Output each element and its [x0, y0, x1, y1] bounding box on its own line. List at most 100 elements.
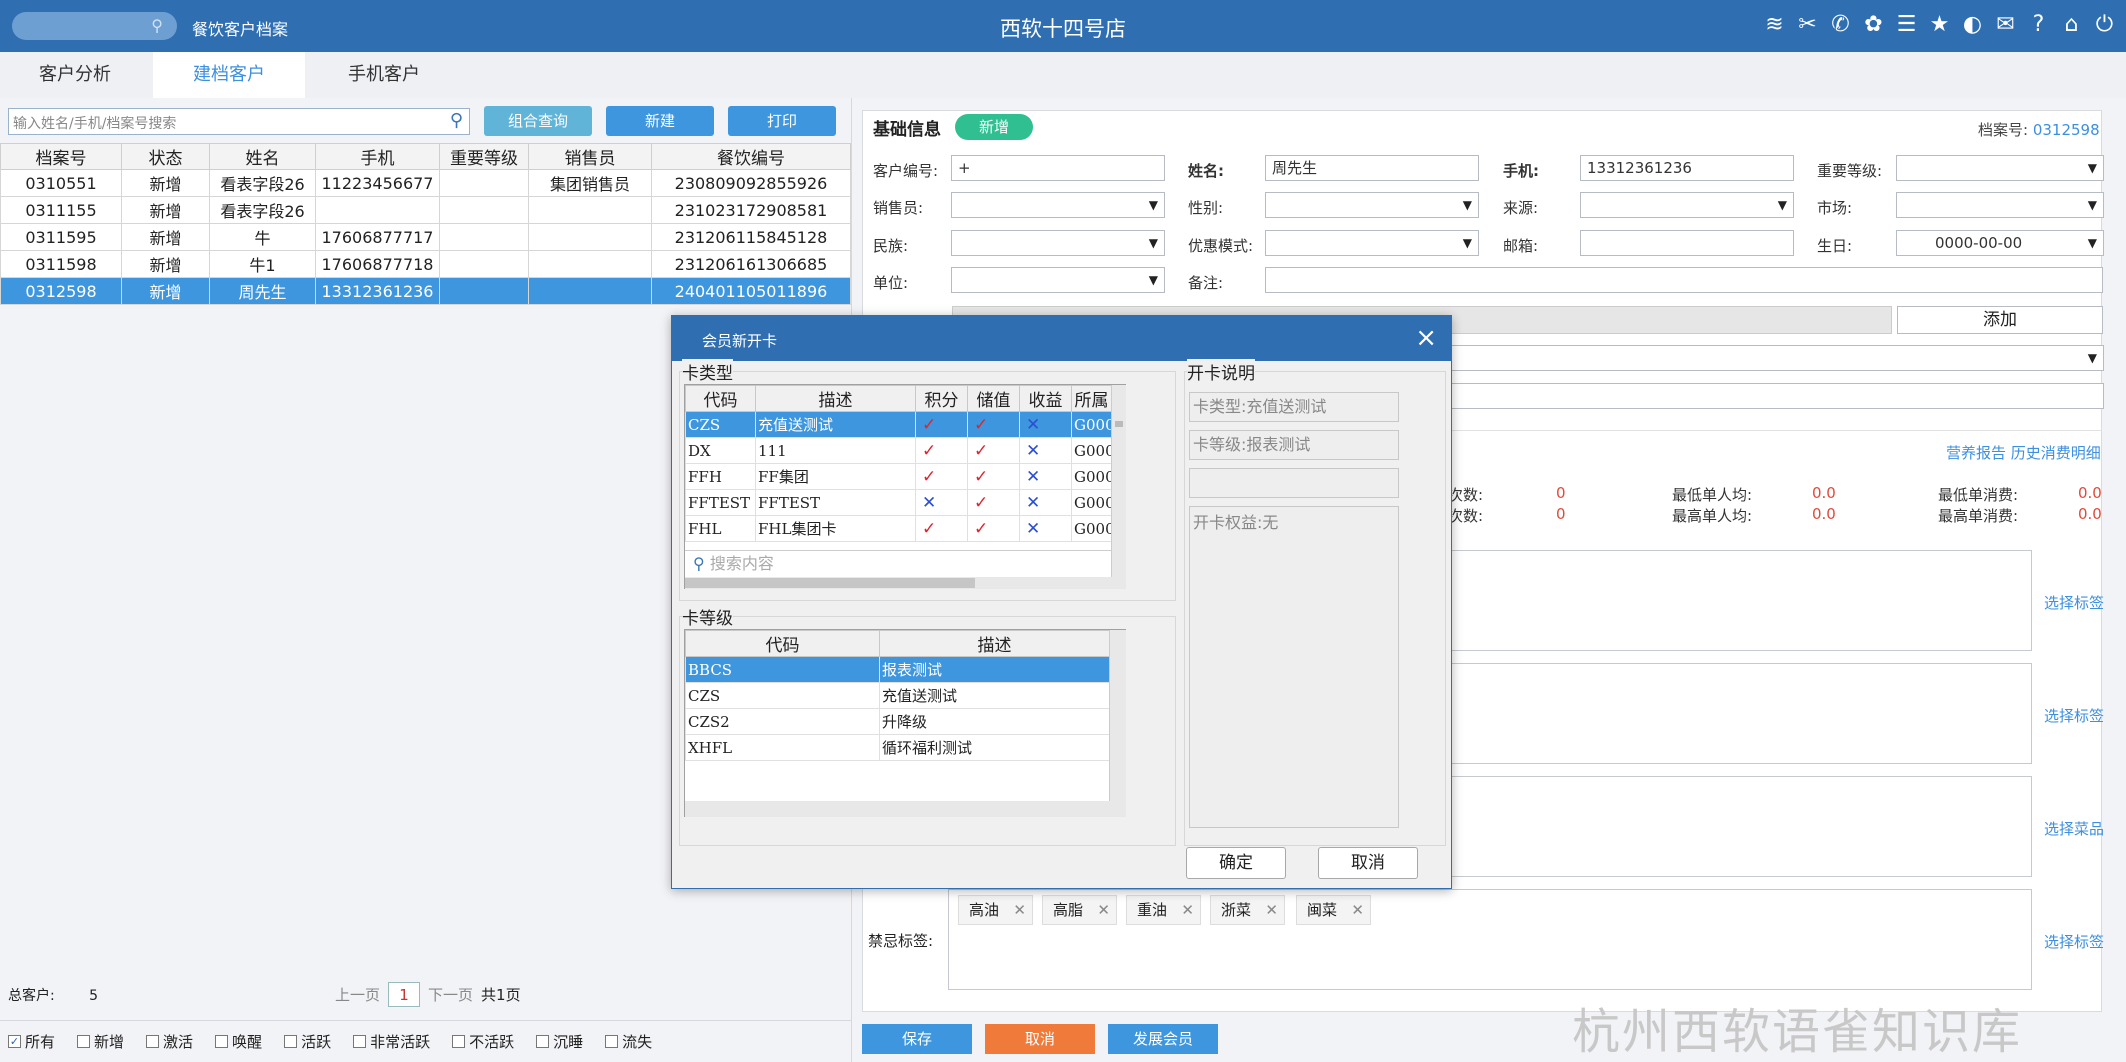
new-button[interactable]: 新建	[606, 106, 714, 136]
card-level-row[interactable]: CZS 充值送测试	[685, 682, 1110, 709]
select-tag-link[interactable]: 选择标签	[2044, 931, 2104, 952]
star-icon[interactable]: ★	[1928, 12, 1951, 38]
ethnic-select[interactable]: ▼	[951, 230, 1165, 256]
email-field[interactable]	[1580, 230, 1794, 256]
table-row[interactable]: 0311155 新增 看表字段26 231023172908581	[0, 196, 851, 224]
select-tag-link[interactable]: 选择标签	[2044, 705, 2104, 726]
checkbox-box[interactable]	[284, 1035, 298, 1048]
remark-field[interactable]	[1265, 267, 2103, 293]
cust-no-field[interactable]: +	[951, 155, 1165, 181]
phone-field[interactable]: 13312361236	[1580, 155, 1794, 181]
scroll-thumb[interactable]	[685, 578, 975, 588]
column-header[interactable]: 销售员	[528, 143, 652, 170]
checkbox-box[interactable]: ✓	[8, 1035, 21, 1048]
home-icon[interactable]: ⌂	[2060, 12, 2083, 38]
checkbox-box[interactable]	[536, 1035, 550, 1048]
customer-search-input[interactable]: 输入姓名/手机/档案号搜索 ⚲	[8, 108, 470, 135]
nutrition-report-link[interactable]: 营养报告	[1946, 444, 2006, 462]
filter-checkbox[interactable]: 新增	[77, 1031, 124, 1052]
checkbox-box[interactable]	[452, 1035, 466, 1048]
remove-icon[interactable]: ✕	[1265, 896, 1278, 924]
filter-checkbox[interactable]: 唤醒	[215, 1031, 262, 1052]
column-header[interactable]: 代码	[685, 385, 756, 412]
remove-icon[interactable]: ✕	[1097, 896, 1110, 924]
filter-checkbox[interactable]: 非常活跃	[353, 1031, 430, 1052]
name-field[interactable]: 周先生	[1265, 155, 1479, 181]
table-row[interactable]: 0310551 新增 看表字段26 11223456677 集团销售员 230809092…	[0, 169, 851, 197]
combo-query-button[interactable]: 组合查询	[484, 106, 592, 136]
sales-select[interactable]: ▼	[951, 192, 1165, 218]
filter-checkbox[interactable]: 不活跃	[452, 1031, 514, 1052]
card-level-row[interactable]: CZS2 升降级	[685, 708, 1110, 735]
history-link[interactable]: 历史消费明细	[2011, 444, 2101, 462]
table-row[interactable]: 0311595 新增牛 17606877717 231206115845128	[0, 223, 851, 251]
table-row[interactable]: 0312598 新增 周先生 13312361236 240401105011896	[0, 277, 851, 305]
wifi-icon[interactable]: ≋	[1763, 12, 1786, 38]
column-header[interactable]: 积分	[915, 385, 968, 412]
current-page-input[interactable]: 1	[388, 982, 421, 1007]
filter-checkbox[interactable]: 流失	[605, 1031, 652, 1052]
help-icon[interactable]: ?	[2027, 12, 2050, 38]
vertical-scrollbar[interactable]	[1109, 630, 1126, 801]
column-header[interactable]: 描述	[755, 385, 916, 412]
checkbox-box[interactable]	[146, 1035, 160, 1048]
column-header[interactable]: 描述	[879, 630, 1110, 657]
horizontal-scrollbar[interactable]	[685, 801, 1126, 817]
checkbox-box[interactable]	[77, 1035, 91, 1048]
level-select[interactable]: ▼	[1896, 155, 2104, 181]
card-type-row[interactable]: FFTEST FFTEST ✕ ✓ ✕ G000	[685, 489, 1112, 516]
remove-icon[interactable]: ✕	[1181, 896, 1194, 924]
vertical-scrollbar[interactable]	[1111, 385, 1126, 577]
card-type-row[interactable]: FFH FF集团 ✓ ✓ ✕ G000	[685, 463, 1112, 490]
column-header[interactable]: 储值	[967, 385, 1020, 412]
extra-select[interactable]: ▼	[1400, 345, 2104, 371]
column-header[interactable]: 状态	[121, 143, 210, 170]
power-icon[interactable]: ⏻	[2093, 12, 2116, 38]
tools-icon[interactable]: ✂	[1796, 12, 1819, 38]
save-button[interactable]: 保存	[862, 1024, 972, 1054]
card-type-row[interactable]: CZS 充值送测试 ✓ ✓ ✕ G000	[685, 411, 1112, 438]
confirm-button[interactable]: 确定	[1186, 847, 1286, 879]
phone-icon[interactable]: ✆	[1829, 12, 1852, 38]
card-type-row[interactable]: FHL FHL集团卡 ✓ ✓ ✕ G000	[685, 515, 1112, 542]
unit-select[interactable]: ▼	[951, 267, 1165, 293]
cancel-button[interactable]: 取消	[985, 1024, 1095, 1054]
mail-icon[interactable]: ✉	[1994, 12, 2017, 38]
select-dish-link[interactable]: 选择菜品	[2044, 818, 2104, 839]
column-header[interactable]: 重要等级	[439, 143, 529, 170]
scroll-thumb[interactable]	[1115, 421, 1123, 427]
checkbox-box[interactable]	[353, 1035, 367, 1048]
filter-checkbox[interactable]: 激活	[146, 1031, 193, 1052]
column-header[interactable]: 档案号	[0, 143, 122, 170]
gender-select[interactable]: ▼	[1265, 192, 1479, 218]
remove-icon[interactable]: ✕	[1351, 896, 1364, 924]
table-row[interactable]: 0311598 新增 牛1 17606877718 231206161306685	[0, 250, 851, 278]
discount-select[interactable]: ▼	[1265, 230, 1479, 256]
print-button[interactable]: 打印	[728, 106, 836, 136]
dialog-cancel-button[interactable]: 取消	[1318, 847, 1418, 879]
card-type-row[interactable]: DX 111 ✓ ✓ ✕ G000	[685, 437, 1112, 464]
market-select[interactable]: ▼	[1896, 192, 2104, 218]
column-header[interactable]: 所属	[1071, 385, 1112, 412]
next-page-link[interactable]: 下一页	[428, 984, 473, 1005]
checkbox-box[interactable]	[215, 1035, 229, 1048]
prev-page-link[interactable]: 上一页	[335, 984, 380, 1005]
column-header[interactable]: 手机	[315, 143, 440, 170]
filter-checkbox[interactable]: 沉睡	[536, 1031, 583, 1052]
horizontal-scrollbar[interactable]	[685, 577, 1126, 589]
filter-checkbox[interactable]: 活跃	[284, 1031, 331, 1052]
close-icon[interactable]: ×	[1415, 323, 1437, 353]
birthday-field[interactable]: 0000-00-00 ▼	[1896, 230, 2104, 256]
column-header[interactable]: 收益	[1019, 385, 1072, 412]
search-icon[interactable]: ⚲	[450, 110, 463, 131]
remove-icon[interactable]: ✕	[1013, 896, 1026, 924]
column-header[interactable]: 姓名	[209, 143, 316, 170]
tab-mobile-customers[interactable]: 手机客户	[308, 52, 460, 98]
card-search-input[interactable]: ⚲ 搜索内容	[685, 550, 1111, 577]
add-button[interactable]: 添加	[1897, 306, 2103, 334]
develop-member-button[interactable]: 发展会员	[1108, 1024, 1218, 1054]
column-header[interactable]: 代码	[685, 630, 880, 657]
column-header[interactable]: 餐饮编号	[651, 143, 851, 170]
extra-field[interactable]	[1400, 383, 2104, 409]
source-select[interactable]: ▼	[1580, 192, 1794, 218]
